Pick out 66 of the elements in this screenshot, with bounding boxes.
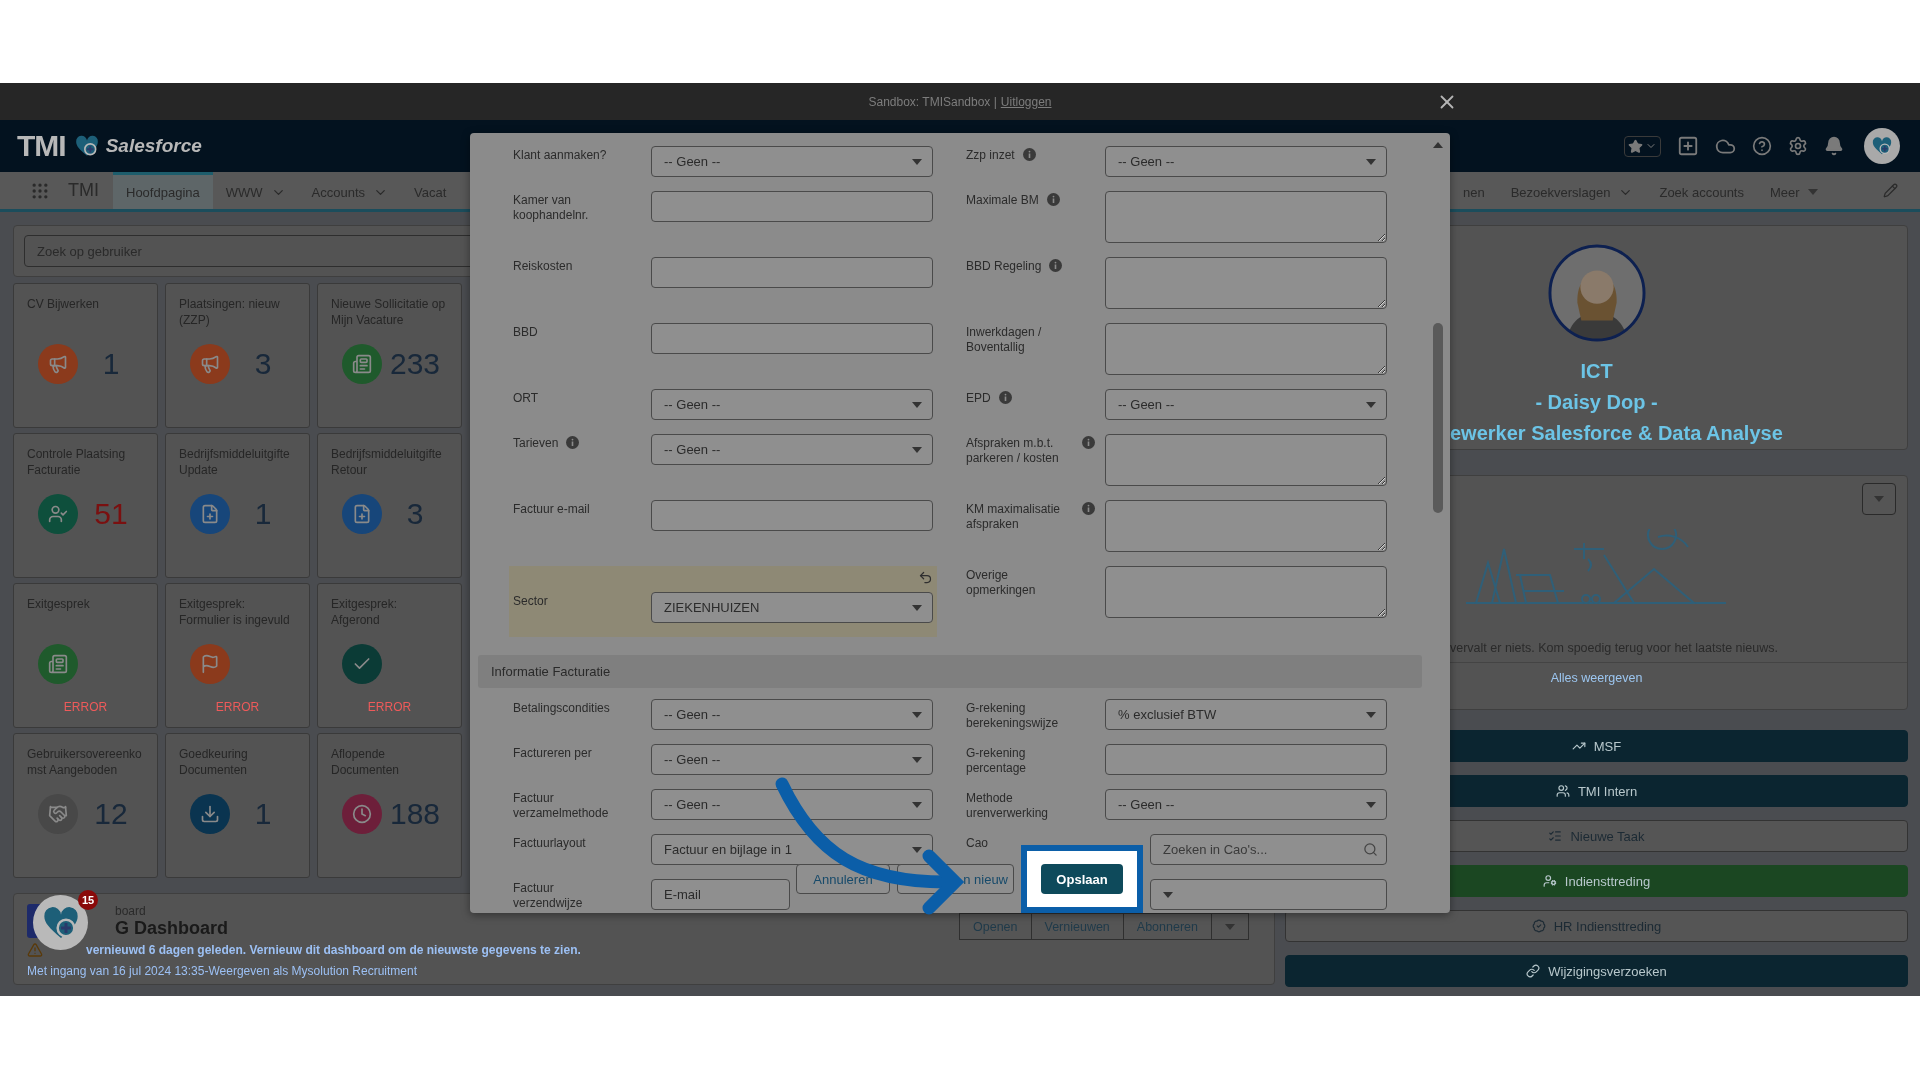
save-button[interactable]: Opslaan: [1041, 864, 1123, 894]
field-label: BBD Regeling: [966, 259, 1042, 274]
field-label: Factuur verzamelmethode: [513, 791, 610, 821]
field-label: Zzp inzet: [966, 148, 1015, 163]
field-label: BBD: [513, 325, 538, 340]
dropdown-field[interactable]: -- Geen --: [651, 434, 933, 465]
tile-status: ERROR: [215, 700, 260, 714]
tile-count: 1: [254, 497, 272, 531]
tile-count: 1: [254, 797, 272, 831]
tile-status: ERROR: [63, 700, 108, 714]
field-label: Methode urenverwerking: [966, 791, 1050, 821]
field-label: Cao: [966, 836, 988, 851]
field-label: KM maximalisatie afspraken: [966, 502, 1062, 532]
profile-name: - Daisy Dop -: [1535, 390, 1658, 415]
tile-count: 1: [102, 347, 120, 381]
tile-count: 3: [406, 497, 424, 531]
field-label: G-rekening percentage: [966, 746, 1028, 776]
search-field[interactable]: Zoeken in Cao's...: [1150, 834, 1387, 865]
sandbox-label: Sandbox: TMISandbox |: [868, 94, 997, 109]
text-field[interactable]: E-mail: [651, 879, 790, 910]
field-label: Kamer van koophandelnr.: [513, 193, 590, 223]
logout-link[interactable]: Uitloggen: [1000, 94, 1052, 109]
dropdown-field[interactable]: -- Geen --: [1105, 146, 1387, 177]
notification-badge: 15: [78, 890, 98, 910]
field-label: Factuur verzendwijze: [513, 881, 584, 911]
field-label: Tarieven: [513, 436, 559, 451]
dropdown-field[interactable]: -- Geen --: [1105, 389, 1387, 420]
profile-department: ICT: [1580, 359, 1613, 384]
tile-count: 3: [254, 347, 272, 381]
dashboard-note: Met ingang van 16 jul 2024 13:35-Weergeven als Mysolution Recruitment: [27, 964, 418, 978]
field-label: Factureren per: [513, 746, 592, 761]
dropdown-field[interactable]: -- Geen --: [651, 699, 933, 730]
action-button[interactable]: HR Indiensttreding: [1285, 910, 1908, 942]
field-label: Afspraken m.b.t. parkeren / kosten: [966, 436, 1060, 466]
field-label: EPD: [966, 391, 991, 406]
field-label: Overige opmerkingen: [966, 568, 1037, 598]
field-label: Reiskosten: [513, 259, 573, 274]
logo-product: Salesforce: [105, 135, 202, 157]
dropdown-field[interactable]: -- Geen --: [651, 389, 933, 420]
tile-status: ERROR: [367, 700, 412, 714]
dropdown-field[interactable]: -- Geen --: [651, 744, 933, 775]
field-label: Factuurlayout: [513, 836, 586, 851]
action-button[interactable]: Wijzigingsverzoeken: [1285, 955, 1908, 987]
dropdown-field[interactable]: ZIEKENHUIZEN: [651, 592, 933, 623]
field-label: Sector: [513, 594, 548, 609]
field-label: Factuur e-mail: [513, 502, 590, 517]
field-label: Klant aanmaken?: [513, 148, 607, 163]
nav-tab[interactable]: Hoofdpagina: [113, 172, 213, 209]
field-label: ORT: [513, 391, 539, 406]
dropdown-field[interactable]: -- Geen --: [651, 146, 933, 177]
field-label: Maximale BM: [966, 193, 1039, 208]
dropdown-field[interactable]: -- Geen --: [651, 789, 933, 820]
field-label: Inwerkdagen / Boventallig: [966, 325, 1043, 355]
tile-count: 51: [94, 497, 128, 531]
tile-count: 12: [94, 797, 128, 831]
field-label: Betalingscondities: [513, 701, 610, 716]
section-header: Informatie Facturatie: [478, 655, 1422, 688]
tile-count: 188: [389, 797, 441, 831]
dropdown-field[interactable]: % exclusief BTW: [1105, 699, 1387, 730]
logo-text: TMI: [17, 129, 66, 163]
refresh-warning: vernieuwd 6 dagen geleden. Vernieuw dit dashboard om de nieuwste gegevens te zien.: [86, 943, 581, 957]
field-label: G-rekening berekeningswijze: [966, 701, 1060, 731]
profile-role: ewerker Salesforce & Data Analyse: [1449, 421, 1784, 446]
tile-count: 233: [389, 347, 441, 381]
dashboard-title: G Dashboard: [115, 918, 229, 939]
dropdown-field[interactable]: -- Geen --: [1105, 789, 1387, 820]
